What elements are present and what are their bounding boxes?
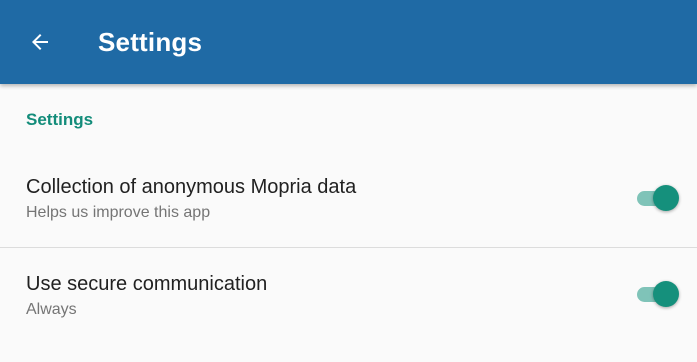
app-bar: Settings [0, 0, 697, 84]
pref-summary: Always [26, 301, 77, 318]
settings-list: Settings Collection of anonymous Mopria … [0, 84, 697, 362]
secure-communication-toggle[interactable] [635, 279, 679, 309]
arrow-left-icon [32, 34, 48, 50]
switch-thumb [653, 185, 679, 211]
switch-thumb [653, 281, 679, 307]
page-title: Settings [98, 27, 203, 57]
pref-title: Collection of anonymous Mopria data [26, 176, 357, 198]
pref-title: Use secure communication [26, 273, 268, 295]
section-header: Settings [26, 110, 94, 129]
pref-item-anonymous-data[interactable]: Collection of anonymous Mopria data Help… [0, 150, 697, 246]
pref-summary: Helps us improve this app [26, 204, 211, 221]
back-button[interactable] [18, 20, 62, 64]
anonymous-data-toggle[interactable] [635, 183, 679, 213]
pref-item-secure-communication[interactable]: Use secure communication Always [0, 247, 697, 343]
